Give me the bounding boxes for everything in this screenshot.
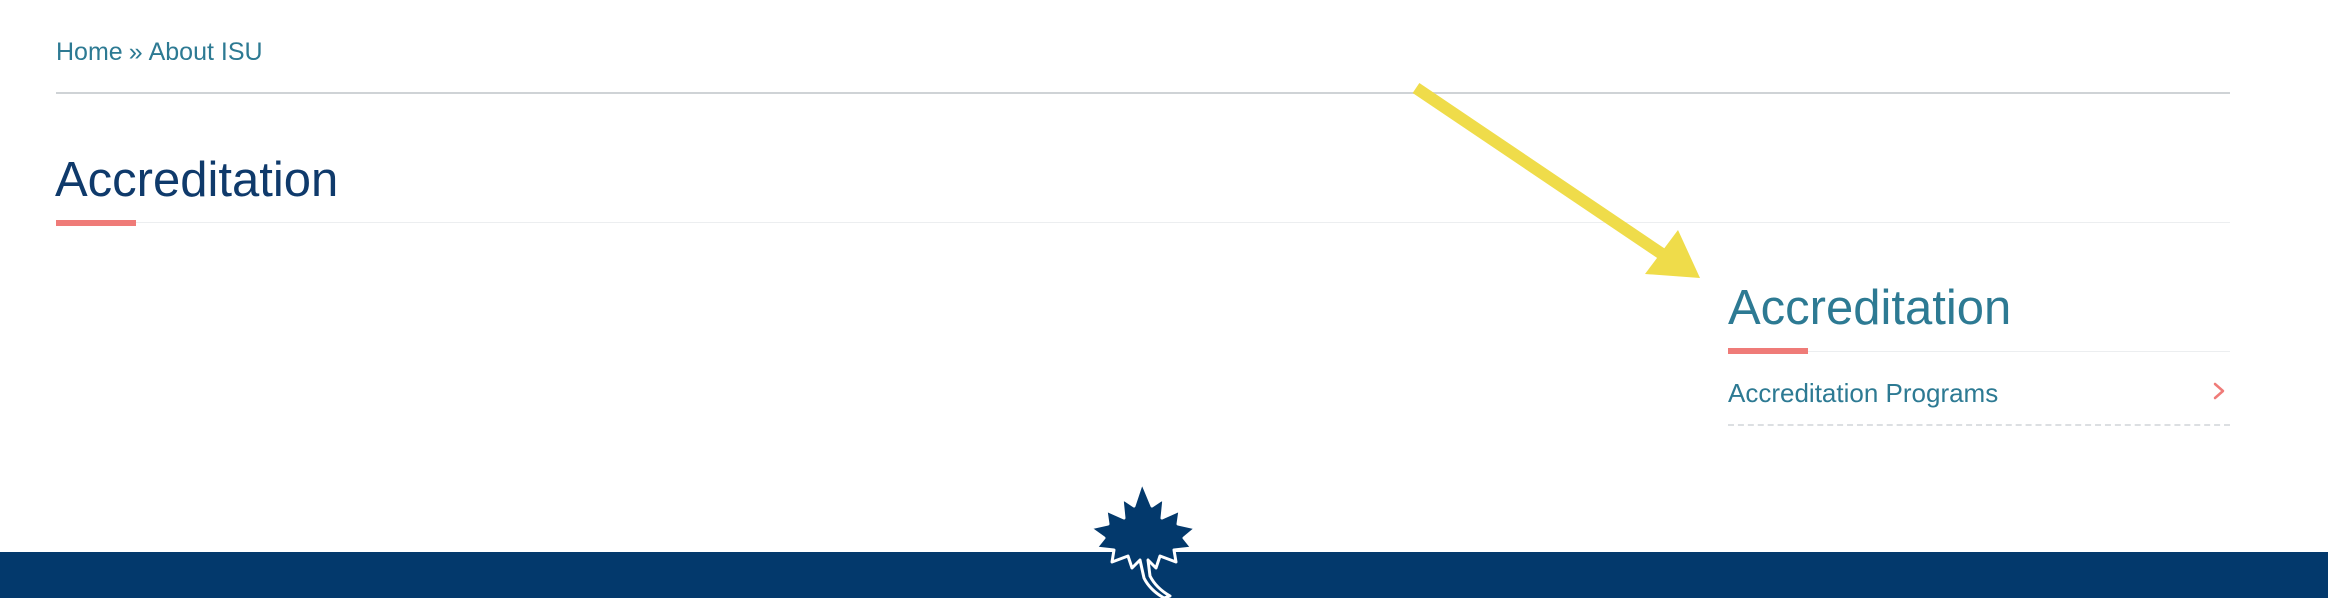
title-divider <box>56 222 2230 223</box>
sidebar-title: Accreditation <box>1728 281 2012 335</box>
title-accent-underline <box>56 220 136 226</box>
page-title: Accreditation <box>55 153 339 207</box>
chevron-right-icon <box>2213 382 2225 400</box>
sidebar-accent-underline <box>1728 348 1808 354</box>
breadcrumb-home-link[interactable]: Home <box>56 38 123 66</box>
sidebar: Accreditation Accreditation Programs <box>1728 278 2230 426</box>
breadcrumb: Home» About ISU <box>56 36 263 68</box>
page: Home» About ISU Accreditation Accreditati… <box>0 0 2328 598</box>
maple-leaf-icon <box>1088 480 1198 598</box>
annotation-arrow-icon <box>1412 83 1700 278</box>
breadcrumb-divider <box>56 92 2230 94</box>
sidebar-item-label: Accreditation Programs <box>1728 378 1999 408</box>
breadcrumb-separator: » <box>128 38 143 66</box>
breadcrumb-about-link[interactable]: About ISU <box>149 38 263 66</box>
sidebar-item-accreditation-programs[interactable]: Accreditation Programs <box>1728 374 2230 426</box>
